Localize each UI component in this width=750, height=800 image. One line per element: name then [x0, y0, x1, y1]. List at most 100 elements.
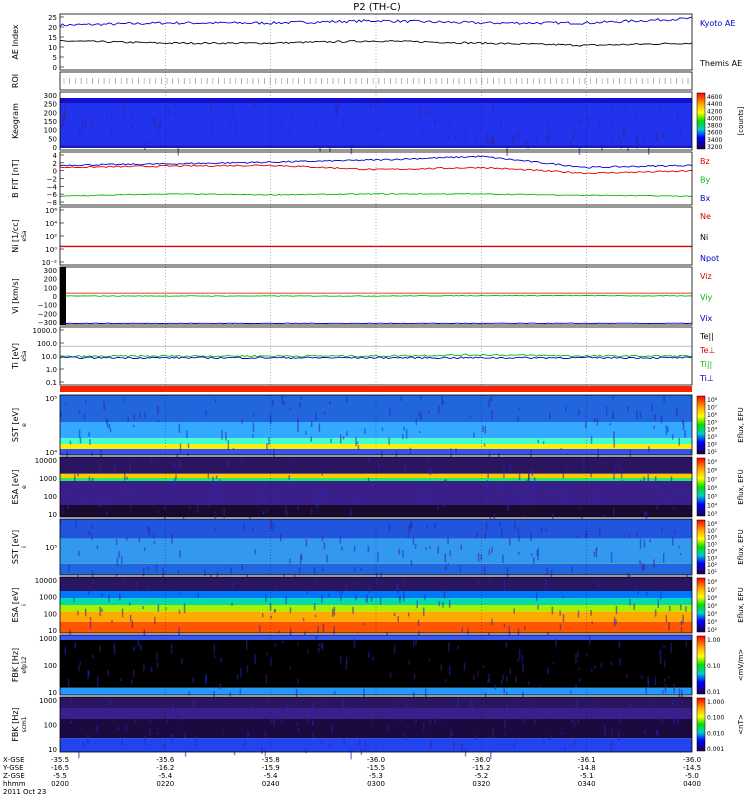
spectrogram-texture: [409, 129, 412, 132]
spectrogram-texture: [161, 142, 163, 146]
spectrogram-texture: [78, 551, 80, 556]
spectrogram-texture: [545, 528, 547, 532]
spectrogram-texture: [681, 689, 683, 698]
spectrogram-texture: [578, 409, 580, 416]
spectrogram-texture: [560, 448, 562, 451]
spectrogram-texture: [679, 604, 682, 611]
spectrogram-texture: [402, 579, 405, 587]
spectrogram-texture: [71, 710, 73, 717]
spectrogram-texture: [109, 503, 111, 506]
spectrogram-texture: [626, 674, 628, 679]
spectrogram-texture: [416, 600, 418, 609]
spectrogram-texture: [672, 507, 675, 510]
spectrogram-texture: [672, 497, 674, 502]
spectrogram-texture: [564, 747, 566, 751]
legend-entry: Npot: [700, 254, 719, 263]
spectrogram-texture: [154, 118, 156, 127]
spectrogram-texture: [178, 627, 180, 636]
spectrogram-texture: [403, 591, 405, 602]
spectrogram-texture: [685, 640, 687, 647]
spectrogram-texture: [505, 691, 508, 695]
colorbar: [696, 92, 706, 150]
spectrogram-texture: [594, 665, 596, 669]
y-tick-label: 0.1: [46, 379, 57, 387]
spectrogram-texture: [235, 488, 237, 493]
spectrogram-texture: [341, 546, 343, 551]
spectrogram-texture: [215, 398, 217, 403]
spectrogram-texture: [503, 624, 506, 628]
spectrogram-texture: [130, 679, 133, 685]
spectrogram-texture: [130, 110, 133, 118]
y-tick-label: 20: [48, 24, 57, 32]
spectrogram-texture: [634, 110, 636, 117]
spectrogram-band: [60, 457, 692, 474]
spectrogram-texture: [512, 701, 514, 707]
spectrogram-texture: [389, 408, 391, 416]
spectrogram-texture: [448, 665, 451, 676]
colorbar-tick: 10⁵: [707, 419, 718, 426]
z-gse-value: -5.1: [580, 772, 594, 780]
spectrogram-texture: [333, 606, 336, 616]
panel-roi: ROI: [11, 71, 693, 91]
spectrogram-texture: [502, 554, 504, 564]
spectrogram-texture: [425, 547, 428, 550]
spectrogram-texture: [328, 593, 330, 598]
panel-ylabel: SST [eV]: [11, 530, 20, 564]
spectrogram-texture: [654, 476, 657, 486]
spectrogram-texture: [549, 412, 551, 419]
spectrogram-texture: [477, 495, 480, 504]
spectrogram-texture: [440, 664, 442, 671]
spectrogram-texture: [246, 712, 248, 718]
colorbar-tick: 10⁵: [707, 603, 718, 610]
spectrogram-texture: [332, 608, 334, 617]
spectrogram-texture: [600, 98, 602, 101]
spectrogram-texture: [99, 645, 101, 652]
spectrogram-texture: [306, 589, 308, 594]
spectrogram-texture: [321, 535, 324, 542]
spectrogram-texture: [173, 111, 176, 119]
spectrogram-texture: [672, 715, 675, 724]
spectrogram-texture: [397, 616, 399, 622]
spectrogram-texture: [438, 601, 441, 606]
y-tick-label: 10: [48, 627, 57, 635]
spectrogram-texture: [434, 118, 436, 125]
spectrogram-texture: [144, 141, 146, 150]
spectrogram-texture: [79, 437, 82, 444]
spectrogram-texture: [645, 687, 647, 695]
spectrogram-texture: [346, 396, 348, 403]
spectrogram-texture: [562, 595, 564, 599]
spectrogram-texture: [68, 489, 70, 493]
colorbar-tick: 10⁷: [707, 476, 718, 483]
panel-frame: [59, 206, 693, 266]
spectrogram-texture: [537, 553, 539, 561]
spectrogram-texture: [515, 676, 517, 683]
spectrogram-texture: [106, 116, 108, 122]
figure: P2 (TH-C) AE Index2520151050Kyoto AEThem…: [2, 2, 745, 796]
z-gse-value: -5.3: [369, 772, 383, 780]
spectrogram-texture: [381, 450, 383, 457]
spectrogram-texture: [408, 524, 410, 534]
spectrogram-texture: [540, 528, 543, 534]
spectrogram-texture: [630, 702, 632, 710]
spectrogram-texture: [545, 580, 547, 590]
spectrogram-texture: [143, 663, 145, 672]
spectrogram-texture: [471, 700, 474, 711]
axis-row-label: Y-GSE: [2, 764, 24, 772]
spectrogram-texture: [638, 143, 640, 147]
spectrogram-texture: [340, 434, 342, 444]
spectrogram-texture: [445, 479, 447, 487]
spectrogram-texture: [322, 623, 325, 632]
axis-row-label: 2011 Oct 23: [3, 788, 46, 796]
spectrogram-texture: [528, 472, 530, 482]
spectrogram-texture: [503, 141, 505, 144]
y-tick-label: 10⁵: [45, 395, 57, 403]
spectrogram-texture: [315, 581, 317, 584]
spectrogram-texture: [370, 482, 372, 485]
spectrogram-texture: [494, 684, 497, 690]
spectrogram-texture: [323, 542, 326, 550]
spectrogram-texture: [414, 543, 417, 549]
spectrogram-texture: [643, 564, 645, 570]
spectrogram-texture: [229, 123, 232, 130]
spectrogram-texture: [342, 698, 344, 707]
spectrogram-texture: [167, 582, 169, 587]
